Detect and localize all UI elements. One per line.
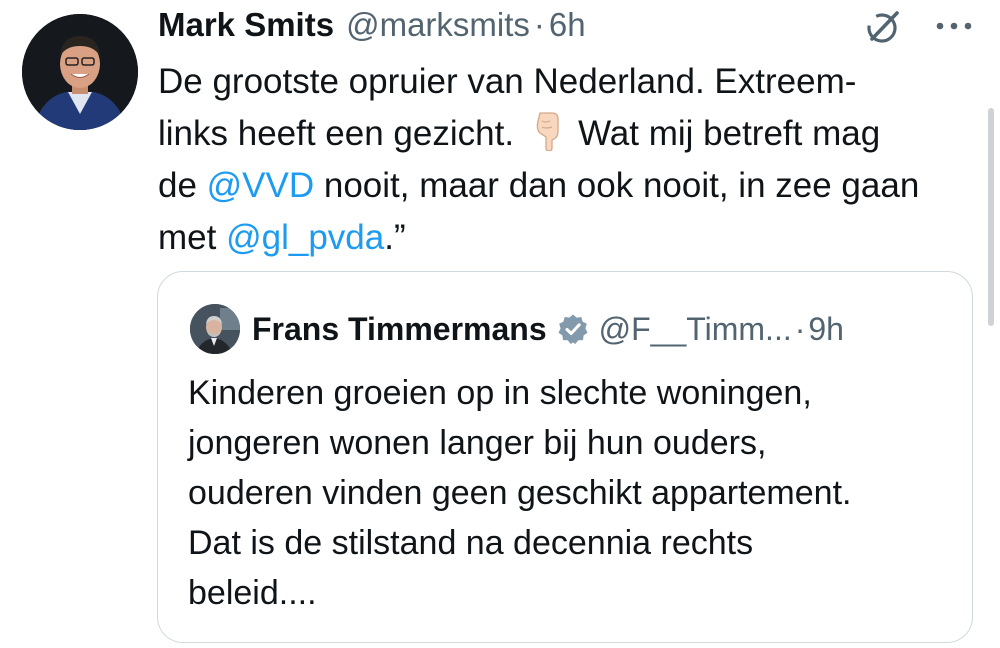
- grok-icon[interactable]: [864, 8, 902, 46]
- tweet-text-line: met @gl_pvda.”: [158, 212, 978, 264]
- quoted-tweet-time[interactable]: 9h: [808, 311, 844, 348]
- quoted-author-avatar[interactable]: [190, 304, 240, 354]
- tweet-text-line: de @VVD nooit, maar dan ook nooit, in ze…: [158, 160, 978, 212]
- mention-link[interactable]: @gl_pvda: [226, 218, 384, 257]
- tweet-text-segment: nooit, maar dan ook nooit, in zee gaan: [314, 166, 920, 205]
- more-icon[interactable]: [934, 18, 974, 34]
- quoted-text-line: ouderen vinden geen geschikt appartement…: [188, 474, 852, 512]
- pointing-down-emoji-icon: [530, 111, 568, 152]
- tweet-text-segment: De grootste opruier van Nederland. Extre…: [158, 62, 857, 101]
- scrollbar-thumb[interactable]: [988, 108, 994, 326]
- quoted-text-line: jongeren wonen langer bij hun ouders,: [188, 424, 767, 462]
- tweet-text-segment: .”: [384, 218, 406, 257]
- verified-badge-icon: [558, 314, 588, 344]
- quoted-tweet-card[interactable]: Frans Timmermans @F__Timm... · 9h Kinder…: [157, 271, 973, 643]
- tweet-text-segment: met: [158, 218, 227, 257]
- quoted-text-line: Kinderen groeien op in slechte woningen,: [188, 374, 812, 412]
- author-handle[interactable]: @marksmits: [346, 6, 530, 44]
- tweet-text-line: De grootste opruier van Nederland. Extre…: [158, 56, 978, 108]
- tweet-header: Mark Smits @marksmits · 6h: [158, 6, 586, 50]
- author-avatar[interactable]: [22, 14, 138, 130]
- separator-dot: ·: [533, 6, 545, 43]
- separator-dot: ·: [794, 310, 806, 347]
- tweet-text-segment: links heeft een gezicht.: [158, 114, 515, 153]
- quoted-author-handle[interactable]: @F__Timm...: [599, 311, 792, 348]
- quoted-text-line: beleid....: [188, 574, 317, 612]
- tweet-text-line: links heeft een gezicht. Wat mij betreft…: [158, 108, 978, 160]
- mention-link[interactable]: @VVD: [207, 166, 315, 205]
- tweet-text-segment: de: [158, 166, 207, 205]
- tweet-text-segment: Wat mij betreft mag: [578, 114, 881, 153]
- quoted-text-line: Dat is de stilstand na decennia rechts: [188, 524, 754, 562]
- tweet-text: De grootste opruier van Nederland. Extre…: [158, 56, 978, 264]
- quoted-tweet-header: Frans Timmermans @F__Timm... · 9h: [252, 306, 844, 352]
- quoted-tweet-text: Kinderen groeien op in slechte woningen,…: [188, 368, 958, 618]
- tweet-time[interactable]: 6h: [549, 6, 586, 44]
- quoted-author-name[interactable]: Frans Timmermans: [252, 311, 547, 348]
- author-name[interactable]: Mark Smits: [158, 6, 334, 44]
